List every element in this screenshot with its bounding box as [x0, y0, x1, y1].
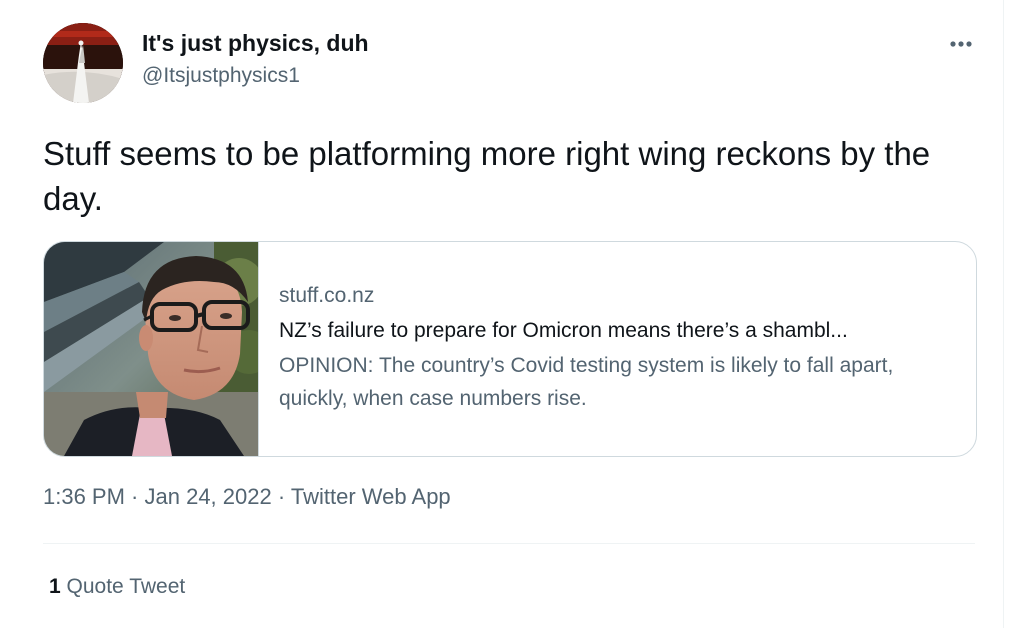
divider: [43, 543, 975, 544]
link-card-thumbnail: [44, 242, 259, 456]
thumbnail-image: [44, 242, 258, 456]
more-horizontal-icon: [950, 41, 972, 47]
author-handle[interactable]: @Itsjustphysics1: [142, 64, 300, 88]
quote-tweets-link[interactable]: 1 Quote Tweet: [49, 575, 185, 599]
tweet-meta: 1:36 PM · Jan 24, 2022 · Twitter Web App: [43, 484, 451, 510]
tweet: It's just physics, duh @Itsjustphysics1 …: [0, 0, 1003, 628]
tweet-date-link[interactable]: Jan 24, 2022: [145, 484, 272, 509]
more-options-button[interactable]: [940, 28, 982, 60]
meta-separator: ·: [124, 484, 145, 509]
link-card-body: stuff.co.nz NZ’s failure to prepare for …: [279, 282, 959, 415]
link-card-description: OPINION: The country’s Covid testing sys…: [279, 354, 894, 410]
tweet-text: Stuff seems to be platforming more right…: [43, 135, 931, 217]
quote-count: 1: [49, 575, 61, 598]
link-card[interactable]: stuff.co.nz NZ’s failure to prepare for …: [43, 241, 977, 457]
link-card-domain: stuff.co.nz: [279, 284, 375, 307]
meta-separator: ·: [271, 484, 291, 509]
quote-label: Quote Tweet: [66, 575, 186, 598]
timeline-border: [1003, 0, 1004, 628]
author-display-name[interactable]: It's just physics, duh: [142, 30, 369, 57]
avatar[interactable]: [43, 23, 123, 103]
tweet-source-link[interactable]: Twitter Web App: [291, 484, 451, 509]
link-card-title: NZ’s failure to prepare for Omicron mean…: [279, 319, 848, 342]
avatar-image: [43, 23, 123, 103]
tweet-time-link[interactable]: 1:36 PM: [43, 484, 125, 509]
